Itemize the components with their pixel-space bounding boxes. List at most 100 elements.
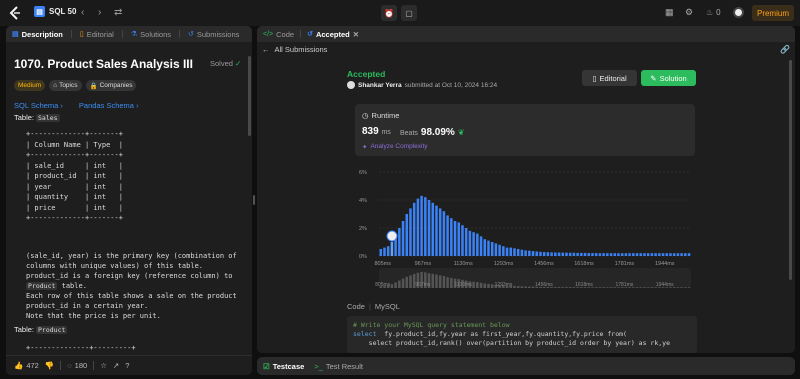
favorite-button[interactable]: ☆ <box>100 361 107 370</box>
close-icon[interactable]: ✕ <box>353 30 359 39</box>
sales-schema-table: +-------------+-------+ | Column Name | … <box>26 130 123 222</box>
lock-icon: 🔒 <box>89 82 98 90</box>
description-footer: 👍 472 👎 ◌ 180 ☆ ↗ ? <box>6 355 252 375</box>
companies-label: Companies <box>99 82 133 89</box>
help-button[interactable]: ? <box>125 361 129 370</box>
panel-resize-handle[interactable] <box>253 195 255 205</box>
problem-title[interactable]: 1070. Product Sales Analysis III <box>14 57 193 71</box>
tab-code[interactable]: </> Code <box>263 30 294 39</box>
like-button[interactable]: 👍 472 <box>14 361 39 370</box>
overview-tick-label: 1130ms <box>454 282 472 288</box>
dislike-button[interactable]: 👎 <box>45 361 54 370</box>
desc-text: product_id is a foreign key (reference c… <box>26 272 233 280</box>
footer-divider <box>93 361 95 370</box>
submitter-name[interactable]: Shankar Yerra <box>358 82 402 89</box>
overview-bar <box>554 287 557 288</box>
streak-counter[interactable]: ♨ 0 <box>706 8 721 17</box>
chart-bar <box>669 253 672 256</box>
chevron-right-icon[interactable]: › <box>98 7 101 18</box>
arrow-left-icon[interactable]: ← <box>262 45 270 54</box>
overview-bar <box>646 287 650 288</box>
like-count: 472 <box>26 361 39 370</box>
scrollbar[interactable] <box>789 60 792 280</box>
overview-bar <box>528 286 531 288</box>
sales-table-name: Sales <box>36 113 60 122</box>
sparkle-icon: ✦ <box>362 144 368 151</box>
scrollbar[interactable] <box>248 56 251 136</box>
tab-solutions-label: Solutions <box>140 29 171 39</box>
chart-bar <box>661 253 665 256</box>
chevron-right-icon: › <box>136 101 139 110</box>
flask-icon: ⚗ <box>130 31 138 38</box>
y-tick-label: 4% <box>359 198 367 204</box>
layout-grid-icon[interactable]: ▦ <box>665 7 674 18</box>
notes-button[interactable]: ▢ <box>401 5 417 21</box>
tab-description-label: Description <box>21 29 63 39</box>
overview-bar <box>490 284 494 288</box>
tab-accepted[interactable]: ↺ Accepted ✕ <box>307 30 359 39</box>
companies-chip[interactable]: 🔒 Companies <box>85 80 137 91</box>
chart-bar <box>680 253 683 256</box>
overview-tick-label: 1618ms <box>575 282 593 288</box>
chart-bar <box>401 221 405 256</box>
sql-schema-link[interactable]: SQL Schema › <box>14 101 63 110</box>
desc-line: product_id is a foreign key (reference c… <box>26 271 252 291</box>
language-label: MySQL <box>374 302 400 311</box>
shuffle-icon[interactable]: ⇄ <box>114 7 122 18</box>
status-title: Accepted <box>347 69 386 79</box>
runtime-distribution-chart[interactable]: 6% 4% 2% 0% 805ms 967ms 1130ms 1293ms 1456ms 1618… <box>355 164 697 296</box>
leetcode-logo[interactable] <box>8 6 22 20</box>
overview-bar <box>446 277 449 288</box>
product-table-label: Table: Product <box>14 325 68 334</box>
comments-button[interactable]: ◌ 180 <box>67 361 87 370</box>
analyze-complexity-button[interactable]: ✦ Analyze Complexity <box>362 143 428 151</box>
solution-button[interactable]: ✎ Solution <box>641 70 696 86</box>
tab-submissions-label: Submissions <box>196 29 240 39</box>
leaf-icon: ❦ <box>457 128 465 137</box>
tab-description[interactable]: ▤ Description <box>12 30 63 39</box>
pandas-schema-link[interactable]: Pandas Schema › <box>79 101 139 110</box>
all-submissions-link[interactable]: All Submissions <box>275 45 328 54</box>
chevron-left-icon[interactable]: ‹ <box>81 7 84 18</box>
chart-bar <box>435 205 438 256</box>
tab-test-result[interactable]: >_ Test Result <box>314 362 363 371</box>
chart-bar <box>424 197 427 256</box>
tab-testcase[interactable]: ☑ Testcase <box>263 362 304 371</box>
tab-editorial[interactable]: ▯ Editorial <box>80 30 114 39</box>
chart-bar <box>643 253 646 256</box>
x-tick-label: 1781ms <box>615 261 635 267</box>
overview-bar <box>516 286 520 288</box>
share-icon: ↗ <box>112 361 120 370</box>
tab-submissions[interactable]: ↺ Submissions <box>188 30 239 39</box>
history-icon: ↺ <box>307 31 313 38</box>
chart-bar <box>442 211 446 256</box>
chart-bar <box>420 195 423 256</box>
right-tab-bar: </> Code ↺ Accepted ✕ <box>257 26 795 42</box>
avatar[interactable] <box>733 7 744 18</box>
user-marker-avatar <box>386 230 398 242</box>
overview-bar <box>487 283 490 288</box>
editorial-button[interactable]: ▯ Editorial <box>582 70 637 86</box>
left-tab-bar: ▤ Description ▯ Editorial ⚗ Solutions ↺ … <box>6 26 252 42</box>
terminal-icon: >_ <box>314 361 323 371</box>
chart-bar <box>554 252 557 256</box>
share-button[interactable]: ↗ <box>113 361 119 370</box>
analyze-complexity-label: Analyze Complexity <box>370 143 428 150</box>
tab-solutions[interactable]: ⚗ Solutions <box>131 30 171 39</box>
problem-list-button[interactable]: ▤ SQL 50 <box>34 6 76 17</box>
premium-button[interactable]: Premium <box>752 5 794 21</box>
chart-bar <box>583 252 587 256</box>
chart-bar <box>498 244 501 256</box>
chart-bar <box>379 249 383 256</box>
submitted-code[interactable]: # Write your MySQL query statement below… <box>347 316 697 353</box>
topics-chip[interactable]: ⌂ Topics <box>49 80 82 91</box>
gear-icon[interactable]: ⚙ <box>685 7 693 18</box>
runtime-card[interactable]: ◷ Runtime 839 ms Beats 98.09% ❦ ✦ Analyz… <box>355 104 695 156</box>
chart-bar <box>513 248 516 256</box>
overview-bar <box>557 287 561 288</box>
link-icon[interactable]: 🔗 <box>780 45 790 54</box>
code-text: select product_id,rank() over(partition … <box>353 339 670 347</box>
chart-bar <box>617 253 620 256</box>
solved-label: Solved <box>210 59 233 68</box>
timer-button[interactable]: ⏰ <box>381 5 397 21</box>
